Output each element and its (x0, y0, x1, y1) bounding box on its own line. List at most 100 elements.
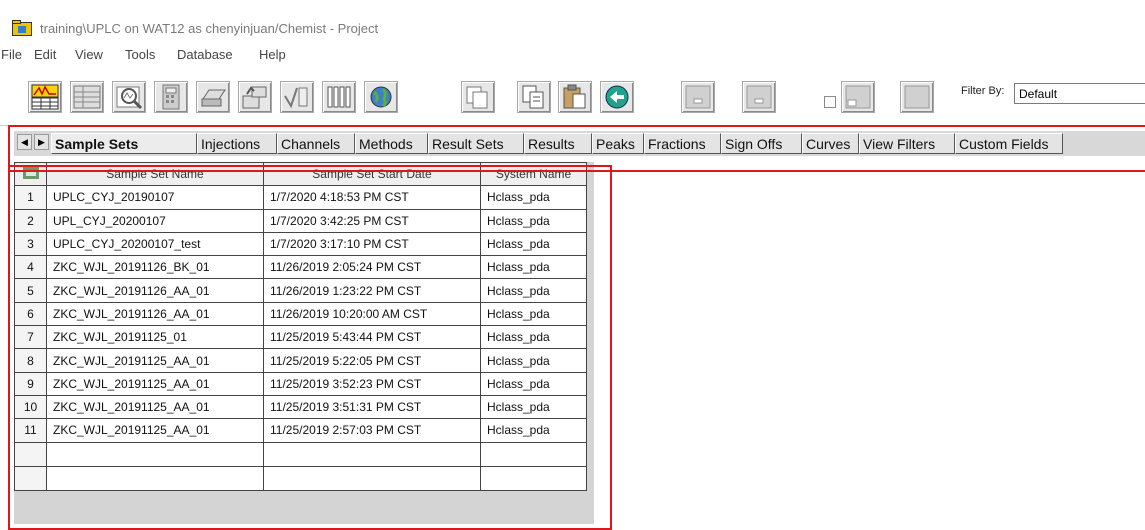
row-number[interactable]: 8 (14, 348, 47, 373)
export-button[interactable] (238, 81, 272, 113)
system-name-cell[interactable]: Hclass_pda (480, 185, 587, 210)
row-number[interactable]: 7 (14, 325, 47, 350)
row-number[interactable]: 10 (14, 394, 47, 420)
empty-cell[interactable] (14, 465, 47, 491)
sample-set-name-cell[interactable]: ZKC_WJL_20191125_AA_01 (46, 418, 264, 443)
row-number[interactable]: 2 (14, 208, 47, 233)
empty-cell[interactable] (46, 465, 264, 491)
sample-set-name-cell[interactable]: UPLC_CYJ_20190107 (46, 185, 264, 210)
sample-set-name-cell[interactable]: ZKC_WJL_20191125_01 (46, 325, 264, 350)
table-row[interactable]: 6 ZKC_WJL_20191126_AA_01 11/26/2019 10:20:… (14, 301, 587, 327)
vials-button[interactable] (322, 81, 356, 113)
preview-button[interactable] (112, 81, 146, 113)
empty-cell[interactable] (480, 441, 587, 467)
sample-set-name-cell[interactable]: ZKC_WJL_20191126_AA_01 (46, 301, 264, 327)
table-row[interactable]: 3 UPLC_CYJ_20200107_test 1/7/2020 3:17:10 … (14, 231, 587, 257)
sample-set-name-cell[interactable]: UPL_CYJ_20200107 (46, 208, 264, 233)
tab-methods[interactable]: Methods (355, 133, 428, 154)
tab-fractions[interactable]: Fractions (644, 133, 721, 154)
disabled-button-3[interactable] (841, 81, 875, 113)
table-row[interactable]: 4 ZKC_WJL_20191126_BK_01 11/26/2019 2:05:2… (14, 255, 587, 280)
menu-database[interactable]: Database (177, 47, 233, 62)
start-date-cell[interactable]: 11/26/2019 2:05:24 PM CST (263, 255, 481, 280)
system-name-cell[interactable]: Hclass_pda (480, 371, 587, 396)
empty-cell[interactable] (46, 441, 264, 467)
empty-row[interactable] (14, 441, 587, 467)
table-row[interactable]: 2 UPL_CYJ_20200107 1/7/2020 3:42:25 PM CST… (14, 208, 587, 233)
filter-input[interactable] (1014, 83, 1145, 104)
table-row[interactable]: 1 UPLC_CYJ_20190107 1/7/2020 4:18:53 PM CS… (14, 185, 587, 210)
disabled-button-4[interactable] (900, 81, 934, 113)
start-date-cell[interactable]: 11/26/2019 10:20:00 AM CST (263, 301, 481, 327)
system-name-cell[interactable]: Hclass_pda (480, 231, 587, 257)
system-name-cell[interactable]: Hclass_pda (480, 255, 587, 280)
sample-set-name-cell[interactable]: ZKC_WJL_20191126_AA_01 (46, 278, 264, 303)
system-name-cell[interactable]: Hclass_pda (480, 278, 587, 303)
table-row[interactable]: 10 ZKC_WJL_20191125_AA_01 11/25/2019 3:51:… (14, 394, 587, 420)
empty-cell[interactable] (263, 465, 481, 491)
empty-cell[interactable] (480, 465, 587, 491)
sample-set-name-cell[interactable]: ZKC_WJL_20191126_BK_01 (46, 255, 264, 280)
column-header-system-name[interactable]: System Name (480, 161, 587, 187)
start-date-cell[interactable]: 1/7/2020 3:42:25 PM CST (263, 208, 481, 233)
empty-cell[interactable] (263, 441, 481, 467)
table-row[interactable]: 8 ZKC_WJL_20191125_AA_01 11/25/2019 5:22:0… (14, 348, 587, 373)
paste-button[interactable] (558, 81, 592, 113)
start-date-cell[interactable]: 11/25/2019 2:57:03 PM CST (263, 418, 481, 443)
sample-set-name-cell[interactable]: UPLC_CYJ_20200107_test (46, 231, 264, 257)
sample-set-name-cell[interactable]: ZKC_WJL_20191125_AA_01 (46, 348, 264, 373)
toolbar-checkbox[interactable] (824, 96, 836, 108)
table-row[interactable]: 5 ZKC_WJL_20191126_AA_01 11/26/2019 1:23:2… (14, 278, 587, 303)
review-button[interactable] (28, 81, 62, 113)
tab-view-filters[interactable]: View Filters (859, 133, 955, 154)
start-date-cell[interactable]: 1/7/2020 4:18:53 PM CST (263, 185, 481, 210)
start-date-cell[interactable]: 11/25/2019 3:52:23 PM CST (263, 371, 481, 396)
copy-doc-button[interactable] (461, 81, 495, 113)
tab-results[interactable]: Results (524, 133, 592, 154)
row-number[interactable]: 4 (14, 255, 47, 280)
table-view-button[interactable] (70, 81, 104, 113)
disabled-button-2[interactable] (742, 81, 776, 113)
start-date-cell[interactable]: 11/25/2019 5:43:44 PM CST (263, 325, 481, 350)
start-date-cell[interactable]: 1/7/2020 3:17:10 PM CST (263, 231, 481, 257)
tab-custom-fields[interactable]: Custom Fields (955, 133, 1063, 154)
tab-curves[interactable]: Curves (802, 133, 859, 154)
system-name-cell[interactable]: Hclass_pda (480, 394, 587, 420)
tab-channels[interactable]: Channels (277, 133, 355, 154)
system-name-cell[interactable]: Hclass_pda (480, 348, 587, 373)
tab-peaks[interactable]: Peaks (592, 133, 644, 154)
system-name-cell[interactable]: Hclass_pda (480, 325, 587, 350)
table-row[interactable]: 9 ZKC_WJL_20191125_AA_01 11/25/2019 3:52:2… (14, 371, 587, 396)
tab-scroll-left[interactable]: ◀ (17, 134, 32, 150)
system-name-cell[interactable]: Hclass_pda (480, 208, 587, 233)
row-number[interactable]: 11 (14, 418, 47, 443)
sign-off-button[interactable] (280, 81, 314, 113)
back-button[interactable] (600, 81, 634, 113)
tab-scroll-right[interactable]: ▶ (34, 134, 49, 150)
tab-sample-sets[interactable]: Sample Sets (51, 133, 197, 154)
tab-injections[interactable]: Injections (197, 133, 277, 154)
column-header-sample-set-name[interactable]: Sample Set Name (46, 161, 264, 187)
row-number[interactable]: 6 (14, 301, 47, 327)
row-number[interactable]: 5 (14, 278, 47, 303)
menu-file[interactable]: File (1, 47, 22, 62)
tab-sign-offs[interactable]: Sign Offs (721, 133, 802, 154)
menu-view[interactable]: View (75, 47, 103, 62)
system-name-cell[interactable]: Hclass_pda (480, 301, 587, 327)
empty-cell[interactable] (14, 441, 47, 467)
copy-button[interactable] (517, 81, 551, 113)
column-header-start-date[interactable]: Sample Set Start Date (263, 161, 481, 187)
start-date-cell[interactable]: 11/25/2019 5:22:05 PM CST (263, 348, 481, 373)
menu-help[interactable]: Help (259, 47, 286, 62)
row-number[interactable]: 9 (14, 371, 47, 396)
globe-button[interactable] (364, 81, 398, 113)
start-date-cell[interactable]: 11/26/2019 1:23:22 PM CST (263, 278, 481, 303)
table-row[interactable]: 11 ZKC_WJL_20191125_AA_01 11/25/2019 2:57:… (14, 418, 587, 443)
start-date-cell[interactable]: 11/25/2019 3:51:31 PM CST (263, 394, 481, 420)
sample-set-name-cell[interactable]: ZKC_WJL_20191125_AA_01 (46, 394, 264, 420)
system-name-cell[interactable]: Hclass_pda (480, 418, 587, 443)
select-all-corner[interactable] (14, 161, 47, 187)
sample-set-name-cell[interactable]: ZKC_WJL_20191125_AA_01 (46, 371, 264, 396)
tab-result-sets[interactable]: Result Sets (428, 133, 524, 154)
row-number[interactable]: 1 (14, 185, 47, 210)
